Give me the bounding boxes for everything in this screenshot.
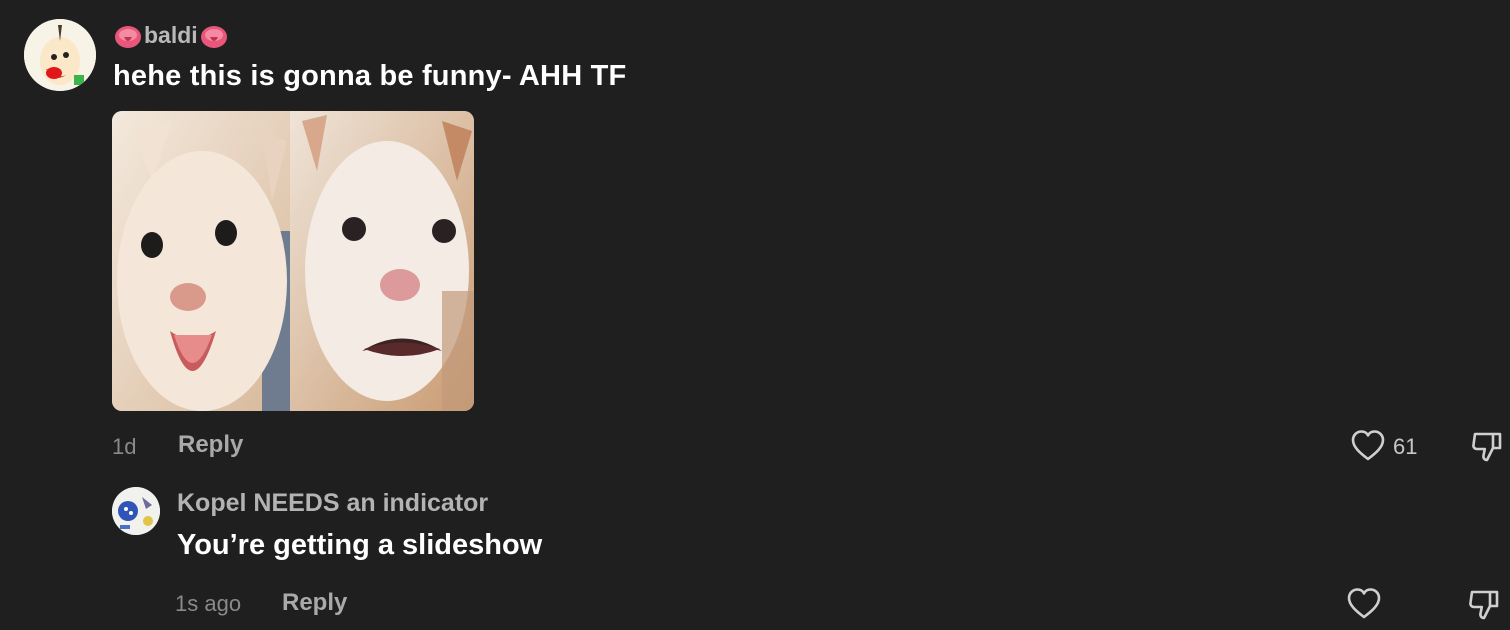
- tongue-emoji-icon: [114, 23, 142, 49]
- like-button[interactable]: [1350, 428, 1386, 464]
- reply-comment-text: You’re getting a slideshow: [177, 529, 543, 561]
- comment-timestamp: 1d: [112, 434, 137, 459]
- thumbs-down-icon: [1469, 428, 1505, 464]
- username-label: baldi: [144, 22, 198, 48]
- heart-icon: [1346, 586, 1382, 622]
- reply-timestamp: 1s ago: [175, 591, 242, 616]
- username[interactable]: baldi: [114, 22, 228, 49]
- avatar[interactable]: [24, 19, 96, 91]
- thumbs-down-icon: [1466, 586, 1502, 622]
- like-button[interactable]: [1346, 586, 1382, 622]
- comment-image[interactable]: [112, 111, 474, 411]
- dislike-button[interactable]: [1469, 428, 1505, 464]
- tongue-emoji-icon: [200, 23, 228, 49]
- like-count: 61: [1393, 434, 1418, 459]
- comment-thread: baldi hehe this is gonna be funny- AHH T…: [0, 0, 1510, 630]
- comment-text: hehe this is gonna be funny- AHH TF: [113, 60, 627, 92]
- heart-icon: [1350, 428, 1386, 464]
- avatar[interactable]: [112, 487, 160, 535]
- dislike-button[interactable]: [1466, 586, 1502, 622]
- reply-button[interactable]: Reply: [282, 589, 347, 617]
- reply-button[interactable]: Reply: [178, 431, 243, 459]
- reply-username[interactable]: Kopel NEEDS an indicator: [177, 489, 488, 518]
